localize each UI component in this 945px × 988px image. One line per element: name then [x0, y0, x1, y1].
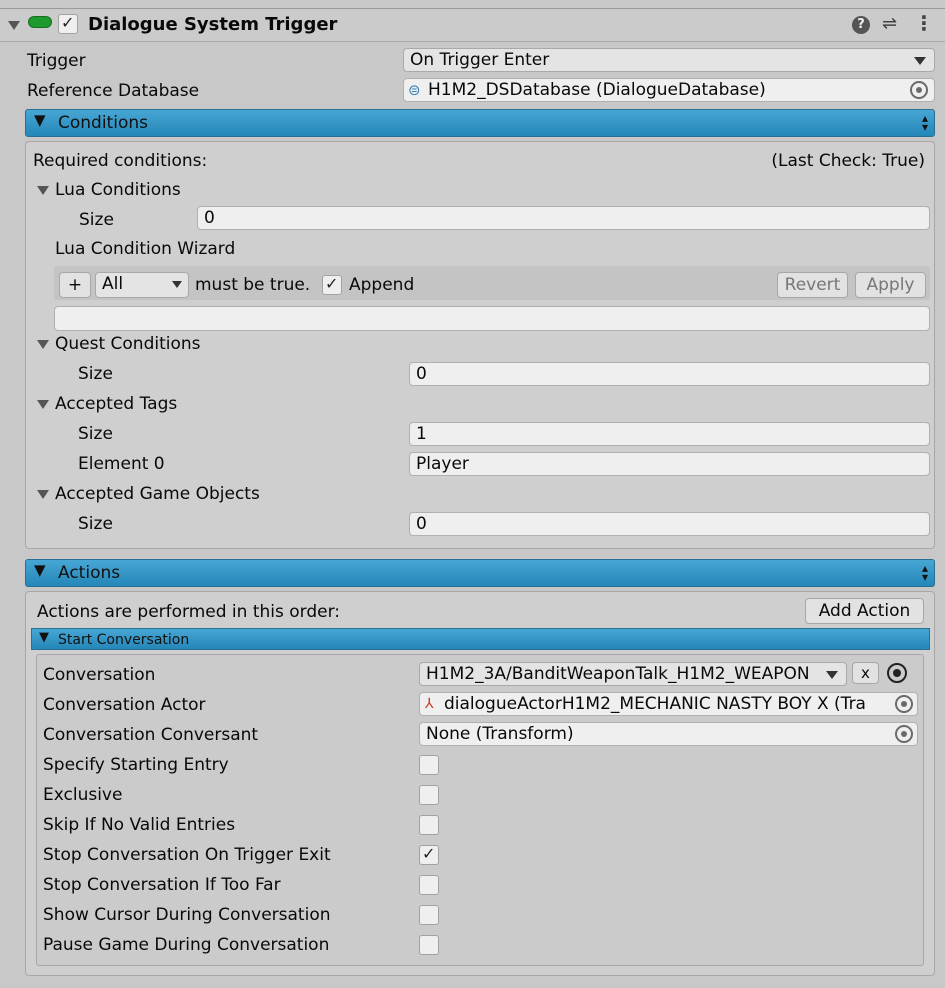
foldout-arrow-icon: ▼ — [34, 111, 46, 129]
database-icon: ⊜ — [408, 81, 421, 99]
stop-on-trigger-exit-label: Stop Conversation On Trigger Exit — [43, 845, 331, 865]
add-condition-button[interactable]: + — [59, 272, 91, 298]
add-action-button[interactable]: Add Action — [805, 598, 924, 624]
conditions-header[interactable]: ▼ Conditions — [25, 109, 935, 137]
quest-size-input[interactable]: 0 — [409, 362, 930, 386]
clear-conversation-button[interactable]: x — [852, 662, 879, 684]
last-check-label: (Last Check: True) — [771, 151, 925, 171]
stop-on-trigger-exit-checkbox[interactable]: ✓ — [419, 844, 439, 865]
conversation-actor-field[interactable]: ⅄ dialogueActorH1M2_MECHANIC NASTY BOY X… — [419, 692, 918, 716]
tags-size-input[interactable]: 1 — [409, 422, 930, 446]
fold-arrow-icon[interactable] — [8, 21, 20, 30]
pause-game-checkbox[interactable] — [419, 935, 439, 955]
quest-conditions-fold-icon[interactable] — [37, 340, 49, 349]
accepted-game-objects-fold-icon[interactable] — [37, 490, 49, 499]
transform-icon: ⅄ — [425, 696, 434, 712]
show-cursor-label: Show Cursor During Conversation — [43, 905, 331, 925]
dropdown-arrow-icon — [172, 281, 182, 288]
stop-if-too-far-label: Stop Conversation If Too Far — [43, 875, 281, 895]
lua-size-label: Size — [79, 210, 114, 230]
preset-icon[interactable]: ⇌ — [882, 13, 897, 34]
quest-size-label: Size — [78, 364, 113, 384]
skip-if-no-valid-entries-label: Skip If No Valid Entries — [43, 815, 236, 835]
conversation-conversant-field[interactable]: None (Transform) — [419, 722, 918, 746]
conversation-conversant-label: Conversation Conversant — [43, 725, 259, 745]
conversation-actor-value: dialogueActorH1M2_MECHANIC NASTY BOY X (… — [444, 694, 866, 714]
reference-database-label: Reference Database — [27, 81, 200, 101]
append-checkbox[interactable]: ✓ — [322, 274, 342, 295]
condition-mode-value: All — [102, 274, 124, 294]
tags-size-label: Size — [78, 424, 113, 444]
pause-game-label: Pause Game During Conversation — [43, 935, 330, 955]
apply-button[interactable]: Apply — [855, 272, 926, 298]
more-options-icon[interactable]: ⋮ — [914, 11, 934, 35]
stop-if-too-far-checkbox[interactable] — [419, 875, 439, 895]
required-conditions-label: Required conditions: — [33, 151, 208, 171]
accepted-tags-label: Accepted Tags — [55, 394, 178, 414]
conditions-title: Conditions — [58, 113, 148, 133]
component-enabled-checkbox[interactable]: ✓ — [58, 13, 78, 34]
actions-order-label: Actions are performed in this order: — [37, 602, 341, 622]
game-objects-size-input[interactable]: 0 — [409, 512, 930, 536]
actions-header[interactable]: ▼ Actions — [25, 559, 935, 587]
game-objects-size-label: Size — [78, 514, 113, 534]
foldout-arrow-icon: ▼ — [39, 630, 49, 645]
append-label: Append — [349, 275, 415, 295]
start-conversation-header[interactable]: ▼ Start Conversation — [31, 628, 930, 650]
exclusive-label: Exclusive — [43, 785, 123, 805]
must-be-true-label: must be true. — [195, 275, 311, 295]
tags-element0-input[interactable]: Player — [409, 452, 930, 476]
reference-database-field[interactable]: ⊜ H1M2_DSDatabase (DialogueDatabase) — [403, 78, 935, 102]
conversation-picker-icon[interactable] — [887, 663, 907, 683]
actions-title: Actions — [58, 563, 121, 583]
accepted-tags-fold-icon[interactable] — [37, 400, 49, 409]
checkmark-icon: ✓ — [61, 13, 75, 32]
foldout-arrow-icon: ▼ — [34, 561, 46, 579]
dropdown-arrow-icon — [826, 671, 838, 679]
exclusive-checkbox[interactable] — [419, 785, 439, 805]
conversation-value: H1M2_3A/BanditWeaponTalk_H1M2_WEAPON — [426, 664, 810, 684]
specify-starting-entry-label: Specify Starting Entry — [43, 755, 229, 775]
skip-if-no-valid-entries-checkbox[interactable] — [419, 815, 439, 835]
lua-conditions-label: Lua Conditions — [55, 180, 181, 200]
object-picker-icon[interactable] — [895, 725, 913, 743]
checkmark-icon: ✓ — [422, 844, 436, 863]
show-cursor-checkbox[interactable] — [419, 905, 439, 925]
accepted-game-objects-label: Accepted Game Objects — [55, 484, 260, 504]
object-picker-icon[interactable] — [910, 81, 928, 99]
tags-element0-label: Element 0 — [78, 454, 165, 474]
reference-database-value: H1M2_DSDatabase (DialogueDatabase) — [428, 80, 766, 100]
specify-starting-entry-checkbox[interactable] — [419, 755, 439, 775]
conversation-label: Conversation — [43, 665, 156, 685]
help-icon[interactable]: ? — [852, 16, 870, 34]
dropdown-arrow-icon — [914, 57, 926, 65]
revert-button[interactable]: Revert — [777, 272, 848, 298]
component-header: ✓ Dialogue System Trigger ? ⇌ ⋮ — [0, 8, 945, 42]
trigger-label: Trigger — [27, 51, 86, 71]
trigger-value: On Trigger Enter — [410, 50, 550, 70]
conversation-conversant-value: None (Transform) — [426, 724, 574, 744]
conversation-actor-label: Conversation Actor — [43, 695, 206, 715]
quest-conditions-label: Quest Conditions — [55, 334, 201, 354]
object-picker-icon[interactable] — [895, 695, 913, 713]
conversation-dropdown[interactable]: H1M2_3A/BanditWeaponTalk_H1M2_WEAPON — [419, 662, 847, 686]
start-conversation-title: Start Conversation — [58, 632, 190, 648]
component-icon — [28, 16, 52, 28]
lua-size-input[interactable]: 0 — [197, 206, 930, 230]
lua-wizard-label: Lua Condition Wizard — [55, 239, 236, 259]
lua-condition-text-input[interactable] — [54, 306, 930, 331]
checkmark-icon: ✓ — [325, 274, 339, 293]
component-title: Dialogue System Trigger — [88, 14, 338, 35]
trigger-dropdown[interactable]: On Trigger Enter — [403, 48, 935, 72]
lua-conditions-fold-icon[interactable] — [37, 186, 49, 195]
condition-mode-dropdown[interactable]: All — [95, 272, 189, 298]
